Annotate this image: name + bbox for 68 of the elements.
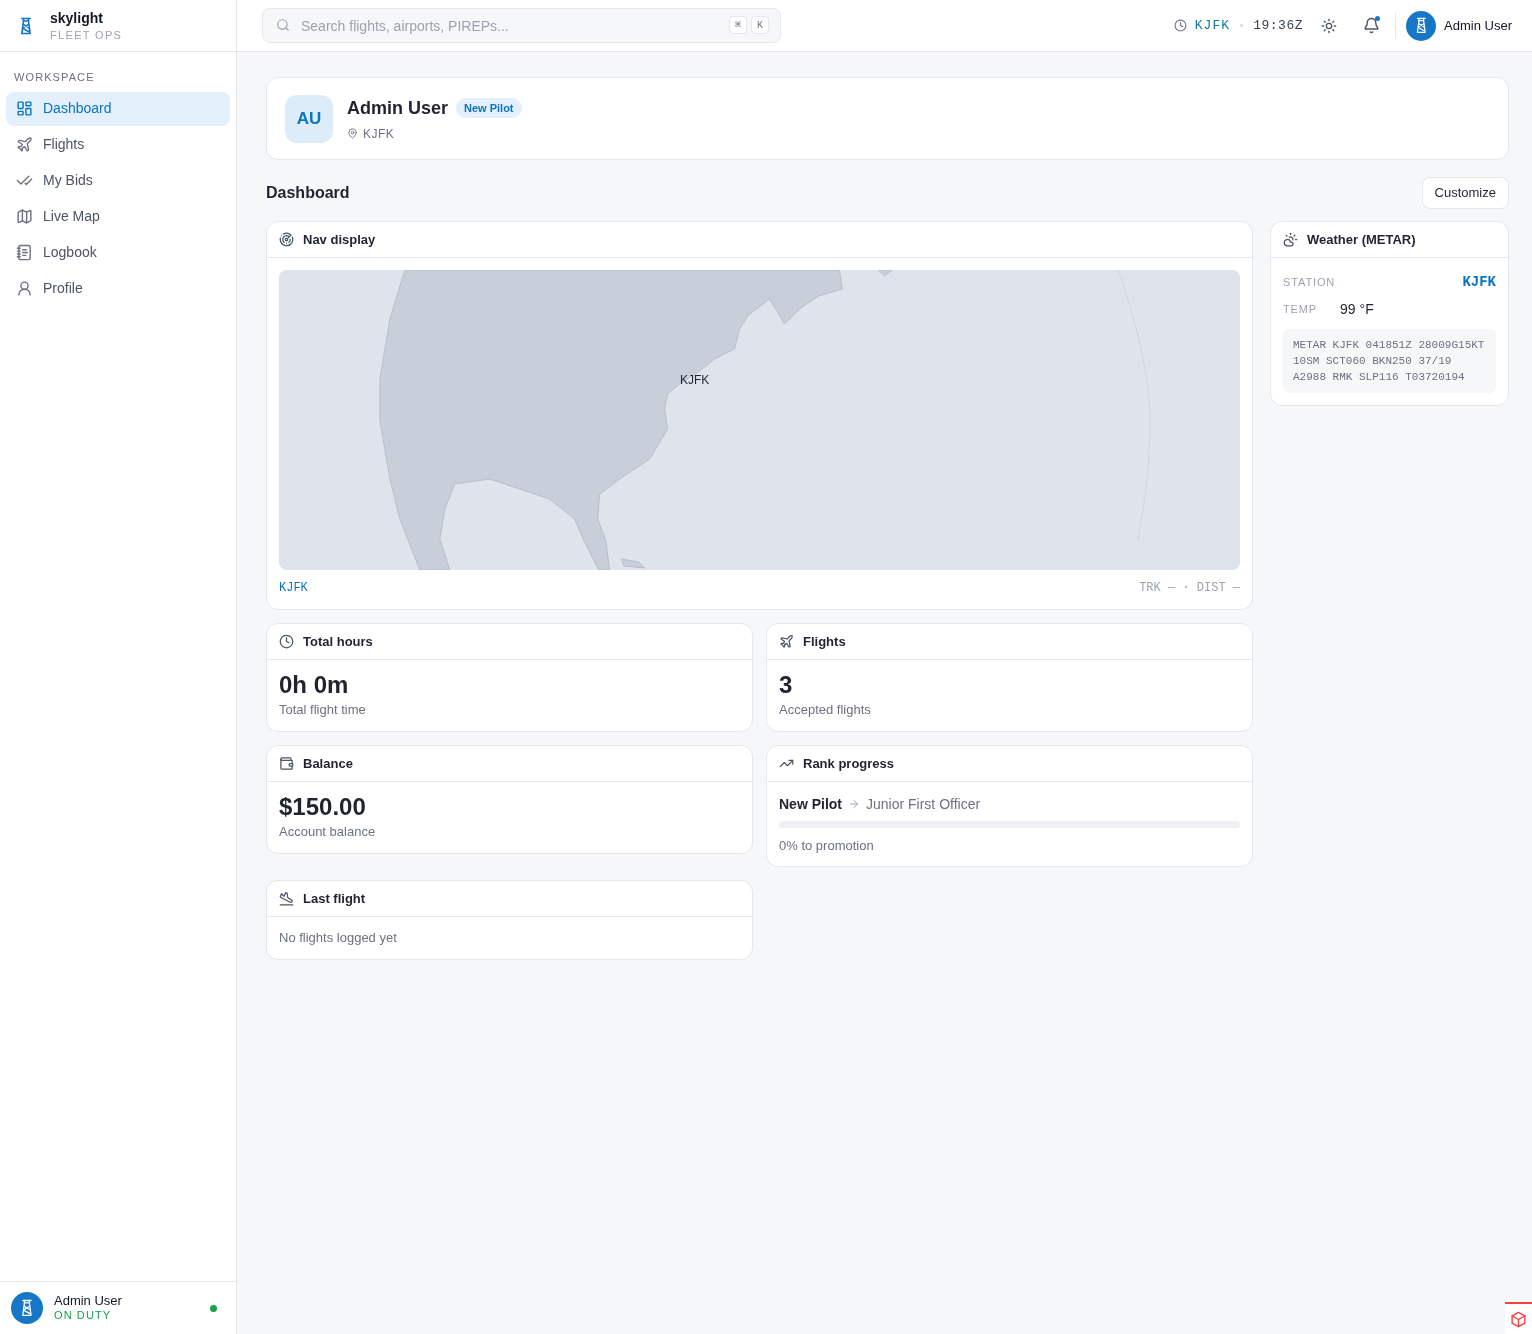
stat-caption: Account balance — [279, 823, 377, 841]
widget-title: Nav display — [303, 230, 376, 249]
stat-value: $150.00 — [279, 793, 367, 821]
next-rank: Junior First Officer — [866, 794, 981, 814]
current-rank: New Pilot — [779, 794, 842, 814]
profile-name: Admin User — [347, 96, 449, 120]
wallet-icon — [279, 756, 294, 771]
stat-caption: Total flight time — [279, 701, 367, 719]
pin-icon — [347, 128, 358, 139]
user-name: Admin User — [54, 1293, 122, 1310]
cloud-sun-icon — [1283, 232, 1298, 247]
metar-text: METAR KJFK 041851Z 28009G15KT 10SM SCT060 BKN250 37/19 A2988 RMK SLP116 T03720194 — [1283, 329, 1496, 393]
rank-badge: New Pilot — [456, 97, 522, 119]
widget-title: Balance — [303, 754, 353, 773]
nav-item[interactable]: Dashboard — [6, 91, 230, 126]
initials-avatar: AU — [285, 94, 333, 143]
stat-value: 0h 0m — [279, 671, 350, 699]
duty-status: ON DUTY — [54, 1309, 113, 1323]
zulu-time: 19:36Z — [1253, 16, 1304, 35]
station-code: KJFK — [279, 580, 308, 597]
station-code: KJFK — [1462, 273, 1496, 292]
debug-toggle-button[interactable] — [1505, 1302, 1532, 1334]
cube-icon — [1510, 1310, 1527, 1328]
temperature-value: 99 °F — [1340, 300, 1374, 319]
user-menu-button[interactable]: Admin User — [1406, 10, 1512, 41]
widget-title: Flights — [803, 632, 846, 651]
brand-name: skylight — [50, 10, 104, 25]
widget-title: Last flight — [303, 889, 366, 908]
radar-icon — [279, 232, 294, 247]
nav-item[interactable]: My Bids — [6, 163, 230, 198]
dashboard-icon — [16, 100, 33, 117]
nav-item[interactable]: Profile — [6, 271, 230, 306]
empty-message: No flights logged yet — [279, 929, 398, 947]
section-label: WORKSPACE — [13, 70, 96, 85]
stat-value: 3 — [779, 671, 794, 699]
stat-caption: Accepted flights — [779, 701, 872, 719]
map-label: KJFK — [680, 372, 710, 389]
map-icon — [16, 208, 33, 225]
widget-title: Total hours — [303, 632, 373, 651]
widget-title: Weather (METAR) — [1307, 230, 1416, 249]
plane-icon — [16, 136, 33, 153]
field-label: TEMP — [1283, 302, 1318, 318]
arrow-right-icon — [848, 798, 860, 810]
field-label: STATION — [1283, 275, 1336, 291]
shortcut-key: K — [751, 16, 769, 34]
profile-location: KJFK — [363, 125, 395, 143]
brand-tagline: FLEET OPS — [50, 29, 123, 41]
page-title: Dashboard — [266, 183, 350, 203]
widget-title: Rank progress — [803, 754, 895, 773]
user-icon — [16, 280, 33, 297]
station-code: KJFK — [1194, 16, 1231, 35]
track-distance-readout: TRK — · DIST — — [1139, 580, 1240, 597]
avatar-icon — [11, 1292, 43, 1324]
progress-caption: 0% to promotion — [779, 837, 875, 855]
nav-item[interactable]: Live Map — [6, 199, 230, 234]
nav-item[interactable]: Logbook — [6, 235, 230, 270]
plane-landing-icon — [279, 891, 294, 906]
customize-button[interactable]: Customize — [1421, 177, 1509, 209]
clock-icon — [279, 634, 294, 649]
avatar-icon — [1406, 10, 1437, 41]
sun-icon — [1321, 17, 1338, 34]
search-icon — [276, 18, 290, 32]
plane-icon — [779, 634, 794, 649]
bell-icon — [1362, 17, 1380, 34]
notebook-icon — [16, 244, 33, 261]
clock-icon — [1173, 19, 1187, 32]
nav-item[interactable]: Flights — [6, 127, 230, 162]
shortcut-key: ⌘ — [729, 16, 747, 34]
